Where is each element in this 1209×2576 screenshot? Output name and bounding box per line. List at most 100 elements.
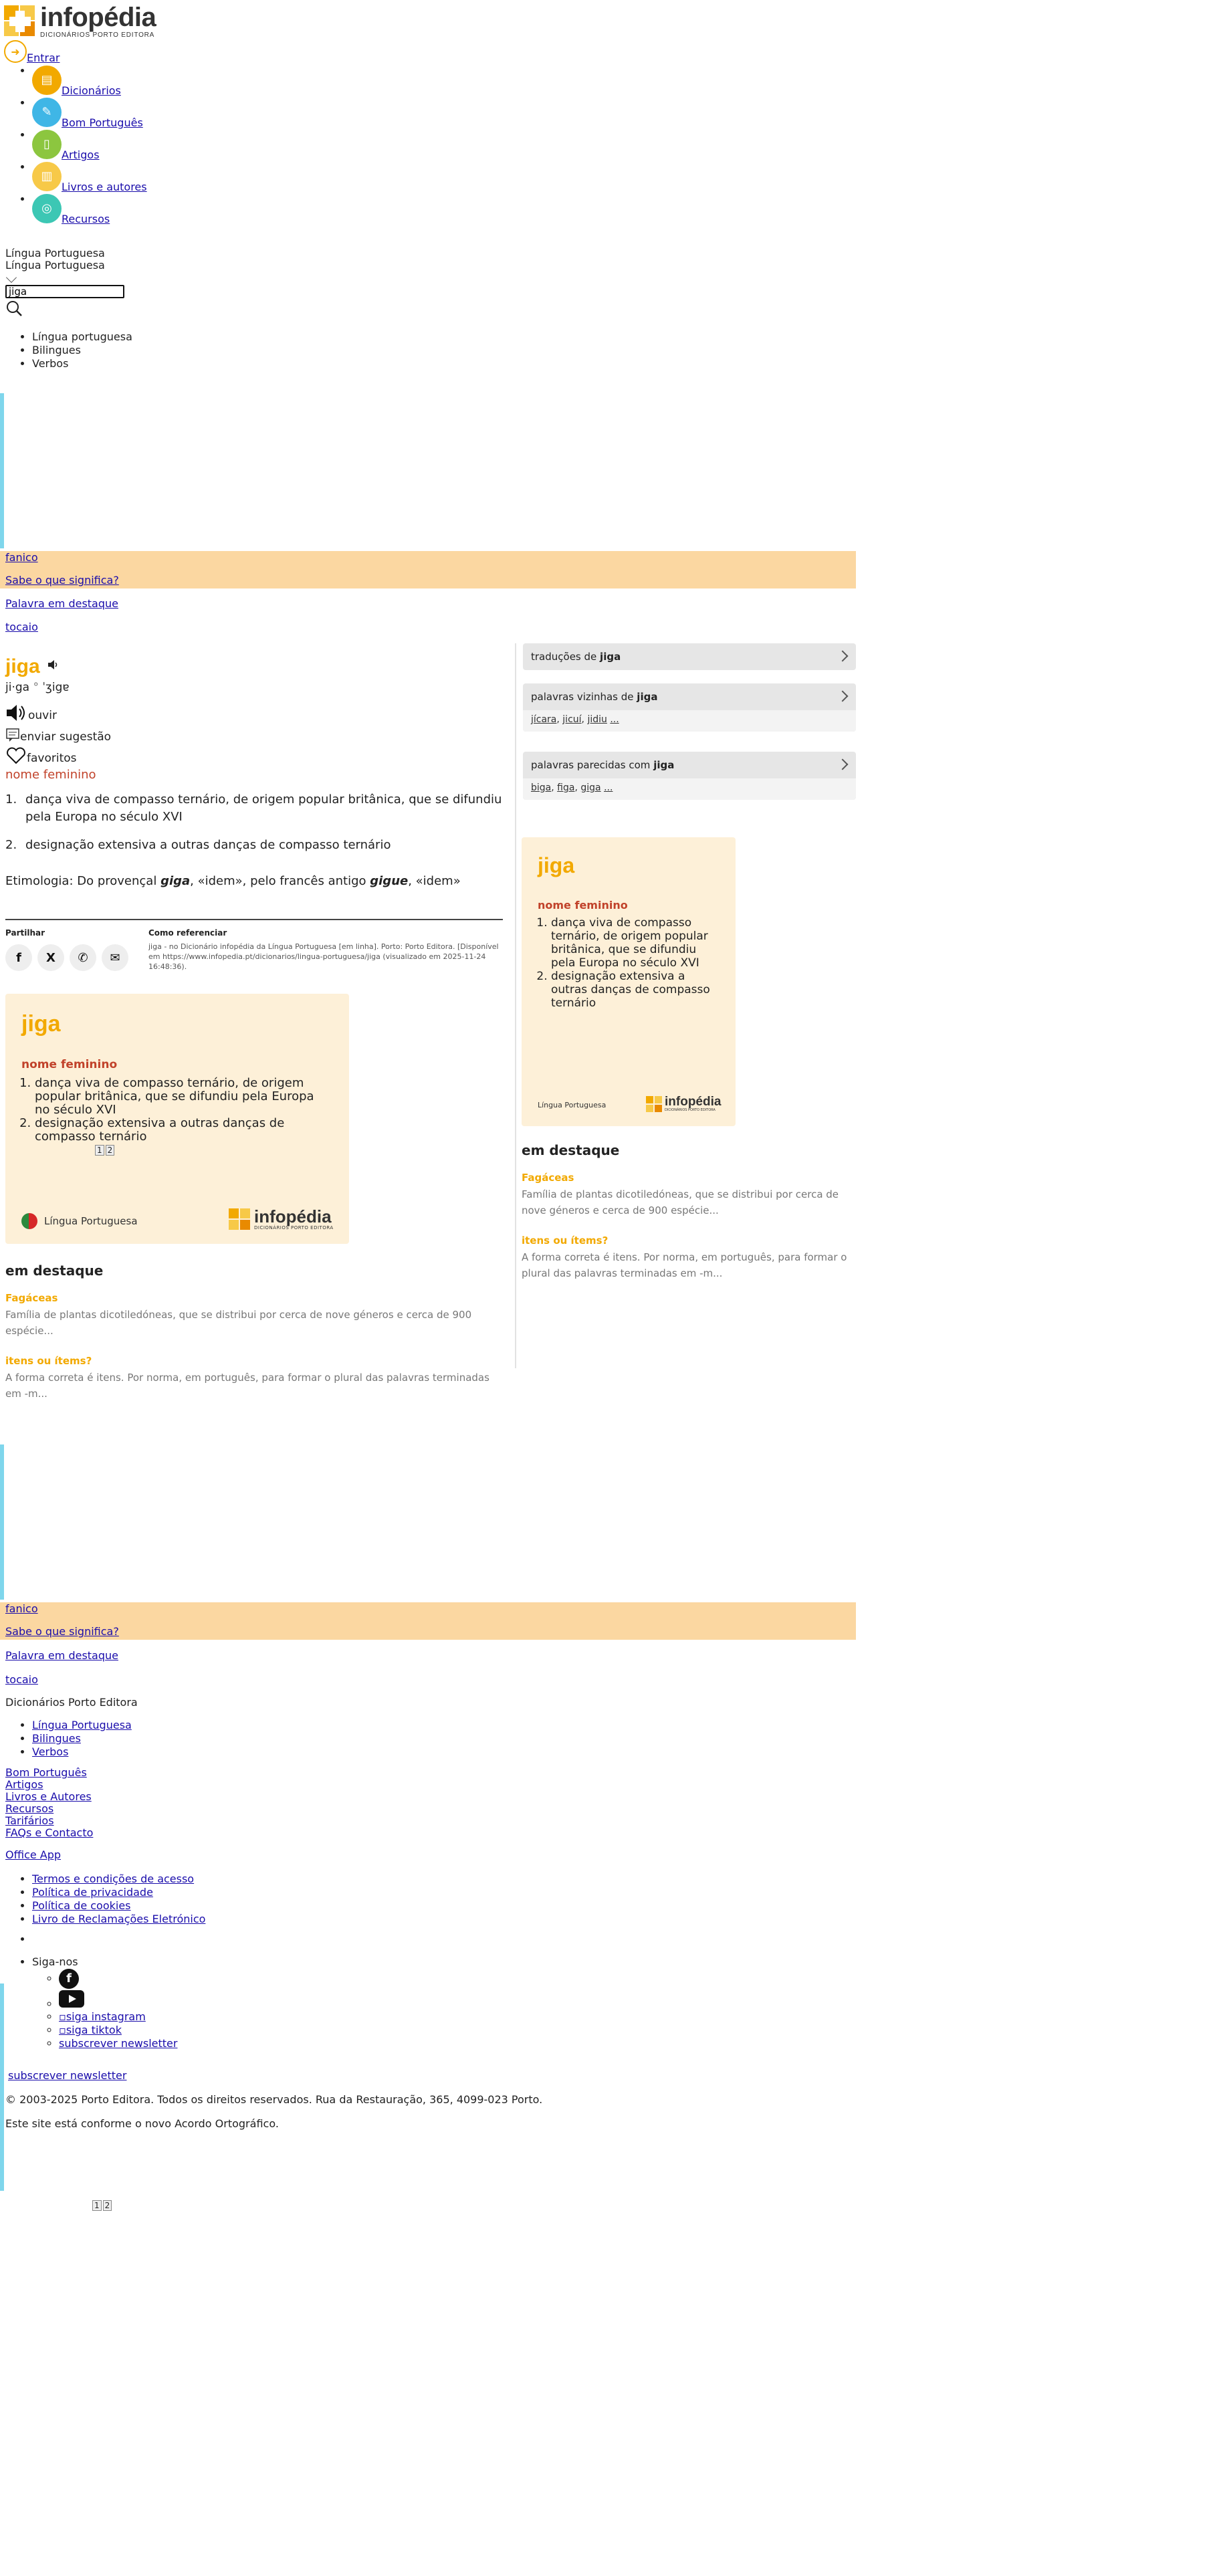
tiktok-link[interactable]: ▫siga tiktok [59, 2024, 122, 2036]
pencil-icon[interactable]: ✎ [32, 98, 62, 127]
card-sense: dança viva de compasso ternário, de orig… [35, 1077, 329, 1117]
footer-link[interactable]: Recursos [5, 1802, 53, 1815]
youtube-icon[interactable] [59, 1990, 84, 2008]
card-sense: designação extensiva a outras danças de … [551, 970, 720, 1010]
x-icon[interactable]: X [37, 944, 64, 971]
suggest-button[interactable]: enviar sugestão [5, 725, 503, 744]
footer-link[interactable]: Artigos [5, 1778, 43, 1791]
divider [5, 919, 503, 920]
portugal-flag-icon [21, 1213, 37, 1229]
featured-word-link[interactable]: Palavra em destaque [5, 1649, 118, 1662]
card-logo-name: infopédia [254, 1206, 332, 1226]
favorites-label: favoritos [27, 752, 77, 765]
search-input[interactable] [5, 285, 124, 298]
whatsapp-icon[interactable]: ✆ [70, 944, 96, 971]
banner-word2-link[interactable]: tocaio [5, 621, 38, 633]
facebook-icon[interactable]: f [5, 944, 32, 971]
footer-link[interactable]: FAQs e Contacto [5, 1826, 93, 1839]
login-link[interactable]: Entrar [27, 51, 60, 64]
language-selected[interactable]: Língua Portuguesa [5, 259, 105, 272]
card-logo-sub: DICIONÁRIOS PORTO EDITORA [665, 1108, 716, 1112]
legal-link[interactable]: Termos e condições de acesso [32, 1872, 194, 1885]
logo-mark-icon [4, 5, 36, 37]
resources-icon[interactable]: ◎ [32, 194, 62, 223]
document-icon[interactable]: ▯ [32, 130, 62, 159]
similar-word-link[interactable]: figa [557, 782, 574, 793]
office-app-link[interactable]: Office App [5, 1848, 61, 1861]
entry-image-card-side[interactable]: jiga nome feminino dança viva de compass… [522, 837, 736, 1126]
footer-office-app: Office App [5, 1848, 61, 1861]
highlight-title[interactable]: Fagáceas [522, 1172, 574, 1184]
neighbor-word-link[interactable]: jicuí [562, 714, 581, 725]
nav-item-recursos: ◎ Recursos [32, 193, 468, 225]
banner-question-link[interactable]: Sabe o que significa? [5, 574, 119, 586]
neighbor-word-link[interactable]: jidiu [587, 714, 607, 725]
footer-link[interactable]: Verbos [32, 1745, 68, 1758]
banner-word-link[interactable]: fanico [5, 551, 38, 564]
search-icon[interactable] [5, 300, 23, 317]
filter-bilingues[interactable]: Bilingues [32, 344, 132, 357]
more-link[interactable]: ... [604, 782, 613, 793]
card-logo-name: infopédia [665, 1095, 722, 1109]
nav-link-artigos[interactable]: Artigos [62, 148, 100, 162]
chevron-right-icon[interactable] [837, 650, 849, 662]
similar-word-link[interactable]: giga [580, 782, 600, 793]
logo-mark-icon [646, 1095, 662, 1112]
nav-link-dictionaries[interactable]: Dicionários [62, 84, 121, 98]
card-senses: dança viva de compasso ternário, de orig… [538, 916, 720, 1010]
footer-link[interactable]: Bilingues [32, 1732, 81, 1745]
ad-bar [0, 551, 856, 588]
pager-page-1[interactable]: 1 [95, 1145, 104, 1156]
card-sense: dança viva de compasso ternário, de orig… [551, 916, 720, 970]
site-logo[interactable]: infopédia DICIONÁRIOS PORTO EDITORA [4, 3, 156, 40]
language-selector[interactable]: Língua Portuguesa Língua Portuguesa [5, 247, 105, 272]
listen-button[interactable]: ouvir [5, 704, 503, 722]
filter-lingua-portuguesa[interactable]: Língua portuguesa [32, 330, 132, 344]
featured-word-link[interactable]: Palavra em destaque [5, 597, 118, 610]
footer-link[interactable]: Livros e Autores [5, 1790, 92, 1803]
translations-box[interactable]: traduções de jiga [523, 643, 856, 670]
highlight-title[interactable]: itens ou ítems? [522, 1235, 608, 1247]
login-icon[interactable]: ➜ [4, 40, 27, 63]
instagram-link[interactable]: ▫siga instagram [59, 2010, 146, 2023]
highlight-title[interactable]: itens ou ítems? [5, 1355, 92, 1367]
nav-link-recursos[interactable]: Recursos [62, 213, 110, 226]
favorites-button[interactable]: favoritos [5, 746, 503, 765]
pager-page-2[interactable]: 2 [105, 1145, 115, 1156]
footer-link[interactable]: Bom Português [5, 1766, 87, 1779]
footer-link[interactable]: Língua Portuguesa [32, 1719, 132, 1731]
syllabification: ji·ga [5, 681, 30, 694]
banner-word2-link[interactable]: tocaio [5, 1673, 38, 1686]
footer-link[interactable]: Tarifários [5, 1814, 54, 1827]
chevron-right-icon[interactable] [837, 690, 849, 702]
legal-link[interactable]: Livro de Reclamações Eletrónico [32, 1913, 205, 1925]
more-link[interactable]: ... [610, 714, 619, 725]
banner-word-link[interactable]: fanico [5, 1602, 38, 1615]
entry-image-card[interactable]: jiga nome feminino dança viva de compass… [5, 994, 349, 1244]
translations-label: traduções de [531, 651, 597, 663]
filter-verbos[interactable]: Verbos [32, 357, 132, 370]
books-icon[interactable]: ▥ [32, 162, 62, 191]
card-language: Língua Portuguesa [538, 1101, 606, 1109]
card-headword: jiga [538, 853, 575, 877]
email-icon[interactable]: ✉ [102, 944, 128, 971]
chevron-down-icon[interactable] [6, 272, 17, 283]
legal-link[interactable]: Política de privacidade [32, 1886, 153, 1899]
comment-icon [6, 728, 19, 742]
nav-link-bom-portugues[interactable]: Bom Português [62, 116, 143, 130]
pager-page-1[interactable]: 1 [92, 2200, 102, 2211]
speaker-icon[interactable] [47, 659, 60, 670]
nav-item-dictionaries: ▤ Dicionários [32, 64, 468, 98]
banner-question-link[interactable]: Sabe o que significa? [5, 1625, 119, 1638]
legal-link[interactable]: Política de cookies [32, 1899, 131, 1912]
pager-page-2[interactable]: 2 [102, 2200, 112, 2211]
neighbor-word-link[interactable]: jícara [531, 714, 556, 725]
nav-link-livros[interactable]: Livros e autores [62, 181, 147, 194]
highlight-title[interactable]: Fagáceas [5, 1292, 58, 1304]
facebook-icon[interactable]: f [59, 1969, 79, 1989]
chevron-right-icon[interactable] [837, 758, 849, 770]
newsletter-link[interactable]: subscrever newsletter [8, 2069, 126, 2082]
book-icon[interactable]: ▤ [32, 66, 62, 95]
newsletter-link[interactable]: subscrever newsletter [59, 2037, 177, 2050]
similar-word-link[interactable]: biga [531, 782, 551, 793]
